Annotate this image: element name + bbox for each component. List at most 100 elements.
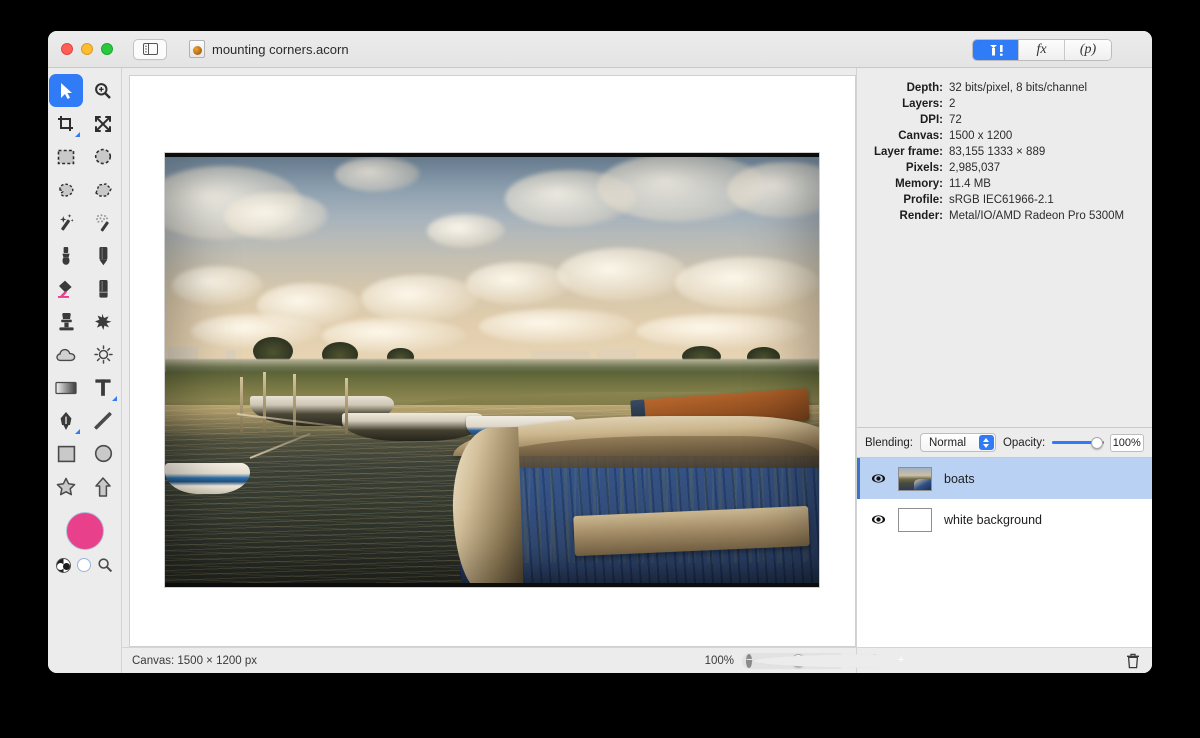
tool-rectangle-shape-tool[interactable]: [49, 437, 83, 470]
tool-pencil-tool[interactable]: [86, 239, 120, 272]
segment-palette-label: (p): [1079, 42, 1097, 57]
foreground-color-swatch[interactable]: [65, 512, 104, 550]
opacity-slider-knob[interactable]: [1090, 436, 1103, 449]
tool-eraser-tool[interactable]: [86, 272, 120, 305]
close-button[interactable]: [61, 43, 73, 55]
elliptical-marquee-icon: [94, 148, 112, 165]
trash-icon[interactable]: [1126, 653, 1140, 669]
layer-row-boats[interactable]: boats: [857, 458, 1152, 499]
opacity-label: Opacity:: [1002, 436, 1046, 449]
zoom-button[interactable]: [101, 43, 113, 55]
zoom-tool-icon: [95, 82, 111, 99]
photo-letterbox-bottom: [165, 583, 819, 587]
segment-tools[interactable]: [973, 40, 1019, 60]
magic-wand-icon: [59, 214, 74, 231]
document-title: mounting corners.acorn: [212, 41, 349, 57]
info-value: 1500 x 1200: [949, 130, 1013, 142]
blending-mode-select[interactable]: Normal: [919, 433, 996, 452]
window-body: Canvas: 1500 × 1200 px 100% − + Depth: 3…: [48, 68, 1152, 673]
segment-palette[interactable]: (p): [1065, 40, 1111, 60]
tool-ellipse-shape-tool[interactable]: [86, 437, 120, 470]
tool-arrow-shape-tool[interactable]: [86, 470, 120, 503]
tool-dodge-burn-tool[interactable]: [86, 338, 120, 371]
tool-gradient-tool[interactable]: [49, 371, 83, 404]
line-tool-icon: [93, 412, 112, 430]
info-value: 72: [949, 114, 962, 126]
text-tool-icon: [95, 379, 111, 396]
sidebar-toggle-button[interactable]: [133, 38, 167, 60]
zoom-in-button[interactable]: +: [752, 653, 1049, 668]
background-color-swatch[interactable]: [77, 558, 91, 572]
info-key: Pixels:: [905, 162, 943, 174]
tool-line-tool[interactable]: [86, 404, 120, 437]
tool-text-tool[interactable]: [86, 371, 120, 404]
info-value: 11.4 MB: [949, 178, 991, 190]
tool-magic-wand-tool[interactable]: [49, 206, 83, 239]
layer-row-white-background[interactable]: white background: [857, 499, 1152, 540]
acorn-document-icon: [189, 40, 205, 58]
tool-clone-stamp-tool[interactable]: [49, 305, 83, 338]
canvas-image[interactable]: [165, 153, 819, 587]
tool-brush-tool[interactable]: [49, 239, 83, 272]
tool-elliptical-marquee-tool[interactable]: [86, 140, 120, 173]
tool-zoom-tool[interactable]: [86, 74, 120, 107]
photo-foreground-boat: [449, 387, 819, 587]
eye-icon[interactable]: [871, 512, 886, 527]
inspector-segmented-control[interactable]: fx (p): [972, 39, 1112, 61]
zoom-slider[interactable]: − +: [742, 652, 1049, 669]
tool-bezier-pen-tool[interactable]: [49, 404, 83, 437]
tool-star-shape-tool[interactable]: [49, 470, 83, 503]
info-value: 32 bits/pixel, 8 bits/channel: [949, 82, 1088, 94]
layer-name: white background: [944, 512, 1042, 527]
opacity-value-field[interactable]: 100%: [1109, 433, 1144, 452]
swap-colors-icon[interactable]: [56, 557, 71, 573]
eye-icon[interactable]: [871, 471, 886, 486]
segment-filters[interactable]: fx: [1019, 40, 1065, 60]
layer-name: boats: [944, 471, 975, 486]
gradient-tool-icon: [55, 381, 77, 394]
canvas-size-label: Canvas: 1500 × 1200 px: [132, 654, 257, 667]
info-row-canvas: Canvas: 1500 x 1200: [857, 130, 1136, 142]
tool-transform-tool[interactable]: [86, 107, 120, 140]
tool-blur-tool[interactable]: [49, 338, 83, 371]
smudge-tool-icon: [94, 313, 111, 330]
layers-list: boats white background: [857, 457, 1152, 647]
blending-label: Blending:: [865, 436, 913, 449]
color-swatch-group: [56, 512, 113, 573]
rectangle-shape-icon: [57, 445, 75, 462]
info-row-memory: Memory: 11.4 MB: [857, 178, 1136, 190]
minimize-button[interactable]: [81, 43, 93, 55]
tool-instant-alpha-tool[interactable]: [86, 206, 120, 239]
blending-mode-value: Normal: [928, 436, 967, 449]
info-key: Layers:: [902, 98, 943, 110]
inspector-panel: Depth: 32 bits/pixel, 8 bits/channel Lay…: [856, 68, 1152, 673]
tool-paint-bucket-tool[interactable]: [49, 272, 83, 305]
canvas-scroll-area[interactable]: [129, 75, 856, 647]
brush-tool-icon: [62, 246, 70, 265]
tools-inspector-icon: [987, 44, 1003, 56]
opacity-slider[interactable]: [1052, 436, 1105, 450]
layer-thumbnail: [898, 507, 932, 532]
layer-thumbnail: [898, 466, 932, 491]
bezier-pen-icon: [60, 411, 72, 430]
tool-rectangular-marquee-tool[interactable]: [49, 140, 83, 173]
inspector-spacer: [857, 226, 1152, 427]
rectangular-marquee-icon: [57, 149, 75, 164]
info-key: Profile:: [903, 194, 943, 206]
tool-lasso-tool[interactable]: [49, 173, 83, 206]
color-picker-magnifier-icon[interactable]: [97, 557, 113, 573]
info-row-layer-frame: Layer frame: 83,155 1333 × 889: [857, 146, 1136, 158]
lasso-tool-icon: [58, 183, 73, 197]
info-row-depth: Depth: 32 bits/pixel, 8 bits/channel: [857, 82, 1136, 94]
tool-smudge-tool[interactable]: [86, 305, 120, 338]
info-key: Canvas:: [898, 130, 943, 142]
info-value: 2: [949, 98, 956, 110]
blur-cloud-icon: [56, 348, 76, 361]
chevron-updown-icon: [978, 435, 994, 450]
tool-polygon-lasso-tool[interactable]: [86, 173, 120, 206]
document-title-group[interactable]: mounting corners.acorn: [189, 40, 349, 58]
tool-move-tool[interactable]: [49, 74, 83, 107]
info-key: Depth:: [906, 82, 943, 94]
info-value: 83,155 1333 × 889: [949, 146, 1046, 158]
tool-crop-tool[interactable]: [49, 107, 83, 140]
